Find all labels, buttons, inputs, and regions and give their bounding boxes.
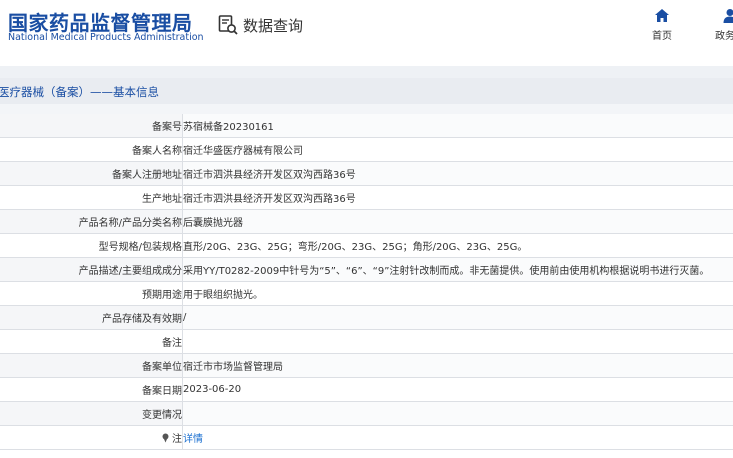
table-row: 注 详情: [0, 425, 733, 450]
field-value: [182, 401, 733, 426]
nav-home-label: 首页: [652, 31, 672, 42]
field-label: 预期用途: [0, 281, 183, 306]
table-row: 产品存储及有效期 /: [0, 305, 733, 330]
field-value: 宿迁华盛医疗器械有限公司: [182, 137, 733, 162]
table-row: 生产地址 宿迁市泗洪县经济开发区双沟西路36号: [0, 185, 733, 210]
field-value: [182, 329, 733, 354]
nav-gov-service[interactable]: 政务服: [700, 8, 733, 42]
field-label: 产品描述/主要组成成分: [0, 257, 183, 282]
table-row: 备案日期 2023-06-20: [0, 377, 733, 402]
breadcrumb: 医疗器械（备案）——基本信息: [0, 85, 159, 99]
table-row: 备案单位 宿迁市市场监督管理局: [0, 353, 733, 378]
field-label: 备案人注册地址: [0, 161, 183, 186]
field-label: 变更情况: [0, 401, 183, 426]
table-row: 预期用途 用于眼组织抛光。: [0, 281, 733, 306]
field-label: 备案人名称: [0, 137, 183, 162]
pin-icon: [162, 433, 169, 443]
document-search-icon: [218, 15, 238, 35]
field-value: 采用YY/T0282-2009中针号为“5”、“6”、“9”注射针改制而成。非无…: [182, 257, 733, 282]
data-query-link[interactable]: 数据查询: [217, 13, 303, 37]
field-value: 宿迁市市场监督管理局: [182, 353, 733, 378]
field-label: 生产地址: [0, 185, 183, 210]
site-logo-subtitle[interactable]: National Medical Products Administration: [8, 32, 204, 43]
table-row: 备案人名称 宿迁华盛医疗器械有限公司: [0, 137, 733, 162]
site-header: 国家药品监督管理局 National Medical Products Admi…: [0, 0, 733, 66]
table-row: 备案号 苏宿械备20230161: [0, 114, 733, 138]
table-row: 型号规格/包装规格 直形/20G、23G、25G；弯形/20G、23G、25G；…: [0, 233, 733, 258]
field-label: 备注: [0, 329, 183, 354]
table-row: 产品描述/主要组成成分 采用YY/T0282-2009中针号为“5”、“6”、“…: [0, 257, 733, 282]
table-row: 变更情况: [0, 401, 733, 426]
field-label: 产品名称/产品分类名称: [0, 209, 183, 234]
field-value: 详情: [182, 425, 733, 450]
field-value: 后囊膜抛光器: [182, 209, 733, 234]
field-value: 用于眼组织抛光。: [182, 281, 733, 306]
nav-gov-service-label: 政务服: [715, 31, 733, 42]
field-value: 宿迁市泗洪县经济开发区双沟西路36号: [182, 185, 733, 210]
field-value: 苏宿械备20230161: [182, 114, 733, 138]
note-label: 注: [172, 434, 182, 445]
field-label: 产品存储及有效期: [0, 305, 183, 330]
field-label: 型号规格/包装规格: [0, 233, 183, 258]
nav-home[interactable]: 首页: [640, 8, 684, 42]
details-link[interactable]: 详情: [183, 434, 203, 445]
field-label: 备案日期: [0, 377, 183, 402]
field-value: 直形/20G、23G、25G；弯形/20G、23G、25G；角形/20G、23G…: [182, 233, 733, 258]
content-top-band: [0, 104, 733, 114]
table-row: 产品名称/产品分类名称 后囊膜抛光器: [0, 209, 733, 234]
breadcrumb-bar: 医疗器械（备案）——基本信息: [0, 78, 733, 104]
table-row: 备案人注册地址 宿迁市泗洪县经济开发区双沟西路36号: [0, 161, 733, 186]
record-info-table: 备案号 苏宿械备20230161 备案人名称 宿迁华盛医疗器械有限公司 备案人注…: [0, 114, 733, 450]
field-value: 2023-06-20: [182, 377, 733, 402]
user-icon: [723, 9, 733, 23]
note-label-cell: 注: [0, 425, 183, 450]
table-row: 备注: [0, 329, 733, 354]
header-divider-band: [0, 66, 733, 78]
field-value: 宿迁市泗洪县经济开发区双沟西路36号: [182, 161, 733, 186]
field-value: /: [182, 305, 733, 330]
data-query-label: 数据查询: [243, 16, 304, 35]
field-label: 备案单位: [0, 353, 183, 378]
home-icon: [655, 9, 669, 22]
field-label: 备案号: [0, 114, 183, 138]
